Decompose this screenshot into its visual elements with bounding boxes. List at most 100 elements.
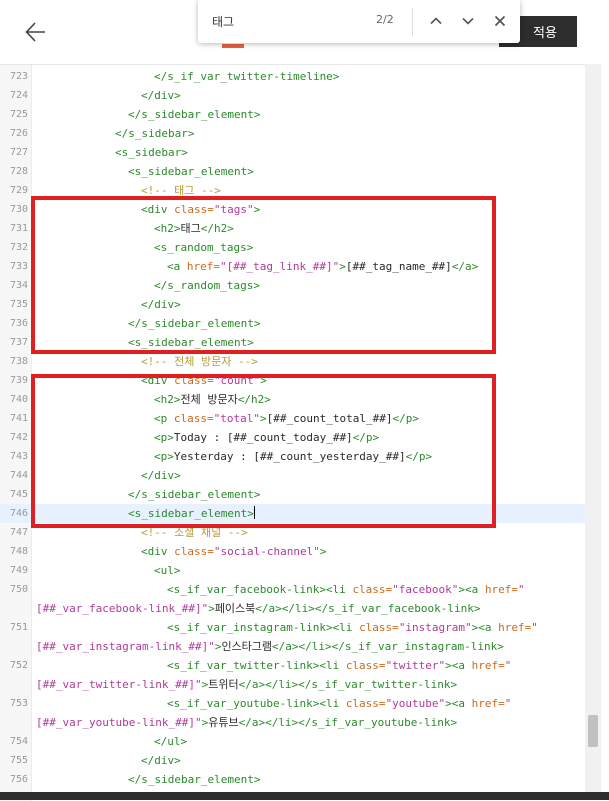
code-token: </ul>: [154, 735, 188, 748]
line-number: 731: [9, 223, 28, 234]
code-text: </s_sidebar_element>: [128, 314, 260, 333]
code-text: </div>: [141, 295, 181, 314]
code-text: <div class="social-channel">: [141, 542, 326, 561]
code-token: href=: [186, 260, 220, 273]
code-line-wrap[interactable]: [##_var_instagram-link_##]">인스타그램</a></l…: [0, 637, 585, 656]
code-line-wrap[interactable]: [##_var_facebook-link_##]">페이스북</a></li>…: [0, 599, 585, 618]
find-divider: [412, 8, 413, 36]
code-token: <s_if_var_facebook-link><li: [167, 583, 353, 596]
code-text: </div>: [141, 86, 181, 105]
code-text: <div class="tags">: [141, 200, 260, 219]
find-input[interactable]: [212, 11, 362, 31]
code-line[interactable]: 753 <s_if_var_youtube-link><li class="you…: [0, 694, 585, 713]
close-icon: [494, 15, 506, 27]
code-line[interactable]: 752 <s_if_var_twitter-link><li class="twi…: [0, 656, 585, 675]
code-token: class=: [359, 621, 399, 634]
code-token: <s_sidebar_element>: [128, 507, 254, 520]
line-number: 732: [9, 242, 28, 253]
code-line[interactable]: 738 <!-- 전체 방문자 -->: [0, 352, 585, 371]
code-text: <!-- 소셜 채널 -->: [141, 523, 248, 542]
back-button[interactable]: [20, 16, 52, 48]
code-line[interactable]: 755 </div>: [0, 751, 585, 770]
line-number: 729: [9, 185, 28, 196]
line-number: 748: [9, 546, 28, 557]
code-token: </p>: [405, 450, 433, 463]
code-line[interactable]: 742 <p>Today : [##_count_today_##]</p>: [0, 428, 585, 447]
code-editor[interactable]: 723 </s_if_var_twitter-timeline> 724 </div>…: [0, 64, 601, 801]
code-line[interactable]: 745 </s_sidebar_element>: [0, 485, 585, 504]
code-text: </s_sidebar>: [115, 124, 194, 143]
code-token: <s_sidebar_element>: [128, 336, 254, 349]
code-line-wrap[interactable]: [##_var_youtube-link_##]">유튜브</a></li></…: [0, 713, 585, 732]
code-token: class=: [345, 697, 386, 710]
code-line[interactable]: 723 </s_if_var_twitter-timeline>: [0, 67, 585, 86]
code-line[interactable]: 756 </s_sidebar_element>: [0, 770, 585, 789]
code-token: "total": [213, 412, 260, 425]
code-token: class=: [174, 545, 214, 558]
scrollbar-thumb[interactable]: [588, 715, 598, 747]
code-line[interactable]: 746 <s_sidebar_element>: [0, 504, 585, 523]
code-token: </div>: [141, 298, 181, 311]
code-line[interactable]: 730 <div class="tags">: [0, 200, 585, 219]
find-next-button[interactable]: [456, 9, 480, 33]
code-token: </p>: [392, 412, 419, 425]
line-number: 749: [9, 565, 28, 576]
line-number: 755: [9, 755, 28, 766]
chevron-down-icon: [462, 17, 474, 25]
code-line[interactable]: 727 <s_sidebar>: [0, 143, 585, 162]
code-token: class=: [345, 659, 386, 672]
code-line[interactable]: 736 </s_sidebar_element>: [0, 314, 585, 333]
find-close-button[interactable]: [488, 9, 512, 33]
code-token: </a></li></s_if_var_youtube-link>: [238, 716, 458, 729]
code-text: [##_var_twitter-link_##]">트위터</a></li></…: [36, 675, 457, 694]
code-token: href=: [471, 659, 505, 672]
code-line[interactable]: 735 </div>: [0, 295, 585, 314]
code-line[interactable]: 731 <h2>태그</h2>: [0, 219, 585, 238]
code-line[interactable]: 729 <!-- 태그 -->: [0, 181, 585, 200]
code-text: </s_sidebar_element>: [128, 105, 260, 124]
code-line[interactable]: 725 </s_sidebar_element>: [0, 105, 585, 124]
code-line[interactable]: 739 <div class="count">: [0, 371, 585, 390]
code-line[interactable]: 750 <s_if_var_facebook-link><li class="fa…: [0, 580, 585, 599]
code-token: </div>: [141, 469, 181, 482]
code-token: </s_if_var_twitter-timeline>: [154, 70, 340, 83]
code-line[interactable]: 737 <s_sidebar_element>: [0, 333, 585, 352]
code-line-wrap[interactable]: [##_var_twitter-link_##]">트위터</a></li></…: [0, 675, 585, 694]
find-previous-button[interactable]: [424, 9, 448, 33]
code-token: [##_var_twitter-link_##]": [36, 678, 202, 691]
code-token: >: [445, 659, 452, 672]
code-token: <p>: [154, 450, 174, 463]
code-line[interactable]: 734 </s_random_tags>: [0, 276, 585, 295]
code-line[interactable]: 754 </ul>: [0, 732, 585, 751]
code-line[interactable]: 732 <s_random_tags>: [0, 238, 585, 257]
code-line[interactable]: 740 <h2>전체 방문자</h2>: [0, 390, 585, 409]
code-text: </s_sidebar_element>: [128, 485, 260, 504]
code-token: "count": [213, 374, 261, 387]
code-token: Today : [##_count_today_##]: [173, 431, 353, 444]
code-line[interactable]: 744 </div>: [0, 466, 585, 485]
code-token: [##_var_youtube-link_##]": [36, 716, 202, 729]
line-number: 752: [9, 660, 28, 671]
code-text: <a href="[##_tag_link_##]">[##_tag_name_…: [167, 257, 478, 276]
vertical-scrollbar[interactable]: [585, 64, 601, 794]
code-line[interactable]: 741 <p class="total">[##_count_total_##]<…: [0, 409, 585, 428]
code-line[interactable]: 743 <p>Yesterday : [##_count_yesterday_##…: [0, 447, 585, 466]
code-line[interactable]: 751 <s_if_var_instagram-link><li class="i…: [0, 618, 585, 637]
code-token: >: [259, 412, 267, 425]
code-line[interactable]: 724 </div>: [0, 86, 585, 105]
code-token: href=: [484, 583, 519, 596]
code-line[interactable]: 747 <!-- 소셜 채널 -->: [0, 523, 585, 542]
code-text: <s_if_var_facebook-link><li class="faceb…: [167, 580, 525, 599]
code-token: 인스타그램: [221, 640, 273, 653]
code-token: </p>: [352, 431, 380, 444]
code-token: 유튜브: [208, 716, 239, 729]
code-token: </s_random_tags>: [154, 279, 260, 292]
code-token: </div>: [141, 754, 181, 767]
code-line[interactable]: 726 </s_sidebar>: [0, 124, 585, 143]
code-text: <s_if_var_twitter-link><li class="twitte…: [167, 656, 511, 675]
code-line[interactable]: 733 <a href="[##_tag_link_##]">[##_tag_na…: [0, 257, 585, 276]
code-line[interactable]: 749 <ul>: [0, 561, 585, 580]
code-line[interactable]: 728 <s_sidebar_element>: [0, 162, 585, 181]
code-line[interactable]: 748 <div class="social-channel">: [0, 542, 585, 561]
code-token: <p>: [154, 431, 174, 444]
